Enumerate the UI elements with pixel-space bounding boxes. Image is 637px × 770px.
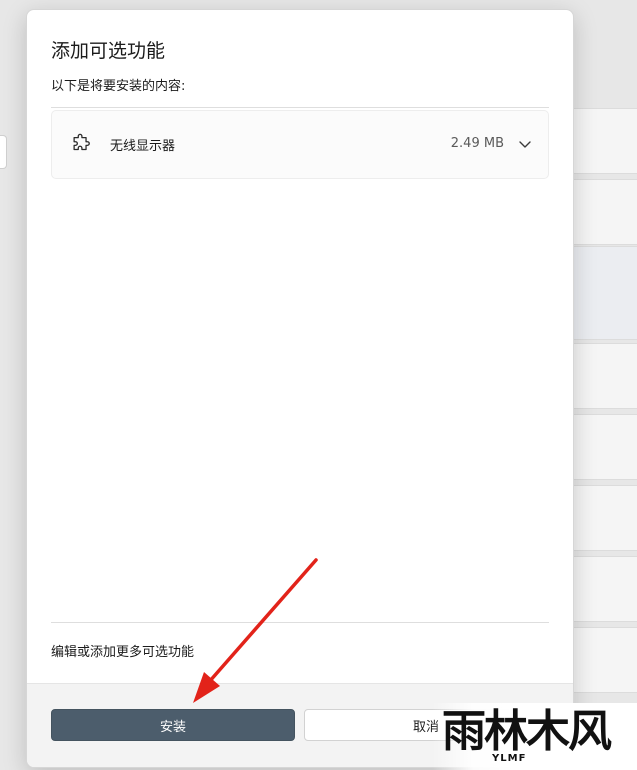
- feature-size: 2.49 MB: [450, 136, 504, 151]
- chevron-down-icon[interactable]: [518, 137, 532, 151]
- dialog-subtitle: 以下是将要安装的内容:: [51, 79, 186, 94]
- install-button[interactable]: 安装: [51, 709, 295, 741]
- feature-item-wireless-display[interactable]: 无线显示器 2.49 MB: [51, 110, 549, 179]
- background-list-row: [573, 246, 637, 340]
- watermark-text: 雨林木风: [442, 706, 612, 757]
- background-list-row: [573, 179, 637, 245]
- background-list-row: [573, 343, 637, 409]
- watermark-subtext: YLMF: [492, 753, 527, 764]
- background-control: [0, 135, 7, 169]
- watermark-logo: 雨林木风 YLMF: [432, 703, 637, 770]
- add-optional-feature-dialog: 添加可选功能 以下是将要安装的内容: 无线显示器 2.49 MB 编辑或添加更多…: [26, 9, 574, 768]
- puzzle-piece-icon: [73, 133, 90, 151]
- divider: [51, 107, 549, 108]
- background-list-row: [573, 556, 637, 622]
- edit-or-add-more-features-link[interactable]: 编辑或添加更多可选功能: [51, 641, 194, 660]
- background-list-row: [573, 627, 637, 693]
- dialog-title: 添加可选功能: [51, 40, 166, 62]
- background-list-row: [573, 485, 637, 551]
- background-list-row: [573, 414, 637, 480]
- divider: [51, 622, 549, 623]
- background-list-row: [573, 108, 637, 174]
- feature-name: 无线显示器: [110, 139, 176, 154]
